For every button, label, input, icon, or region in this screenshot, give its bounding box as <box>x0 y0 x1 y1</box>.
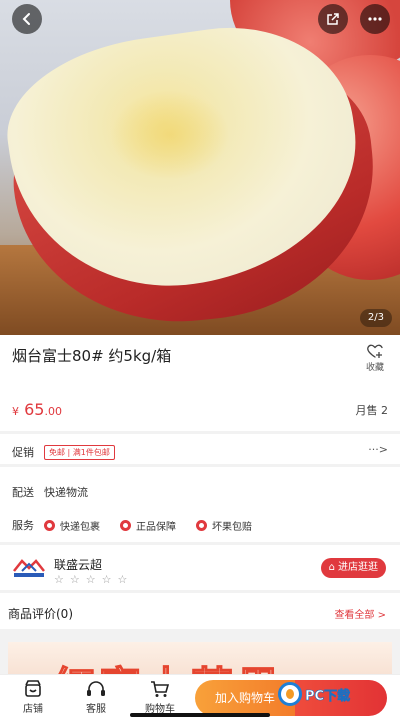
share-icon <box>327 13 339 25</box>
check-circle-icon <box>196 519 207 531</box>
shipping-value: 快递物流 <box>44 486 88 499</box>
promo-more-icon[interactable]: ···> <box>368 443 388 456</box>
store-tab[interactable]: 店铺 <box>13 680 53 715</box>
cart-icon <box>151 681 170 697</box>
shop-icon <box>25 680 41 697</box>
customer-service-tab[interactable]: 客服 <box>76 680 116 715</box>
headset-icon <box>87 681 105 696</box>
enter-store-button[interactable]: ⌂ 进店逛逛 <box>320 558 386 578</box>
product-price: ¥ 65.00 <box>12 400 62 419</box>
image-pager: 2/3 <box>359 309 392 327</box>
watermark: PC下载 <box>278 682 350 706</box>
service-item: 快递包裹 <box>44 518 100 533</box>
heart-plus-icon <box>367 344 383 358</box>
cart-tab[interactable]: 购物车 <box>140 680 180 715</box>
store-name[interactable]: 联盛云超 <box>54 556 102 573</box>
product-title: 烟台富士80# 约5kg/箱 <box>12 347 172 365</box>
more-button[interactable] <box>360 4 390 34</box>
back-button[interactable] <box>12 4 42 34</box>
product-detail-page: 2/3 烟台富士80# 约5kg/箱 收藏 ¥ 65.00 月售 2 促销 免邮… <box>0 0 400 720</box>
free-shipping-badge: 免邮 | 满1件包邮 <box>44 444 115 460</box>
chevron-left-icon <box>22 13 30 25</box>
shipping-row: 配送 快递物流 <box>12 484 88 500</box>
service-item: 坏果包赔 <box>196 518 252 533</box>
product-image-carousel[interactable]: 2/3 <box>0 0 400 335</box>
store-logo <box>13 559 45 577</box>
watermark-logo-icon <box>278 682 302 706</box>
reviews-title: 商品评价(0) <box>8 607 73 621</box>
more-dots-icon <box>368 17 382 21</box>
shipping-label: 配送 <box>12 486 34 499</box>
monthly-sales: 月售 2 <box>355 404 389 417</box>
store-icon: ⌂ <box>328 562 335 573</box>
home-indicator <box>130 713 270 717</box>
favorite-label: 收藏 <box>365 363 384 373</box>
service-row: 服务 快递包裹 正品保障 坏果包赔 <box>12 517 252 533</box>
store-rating: ☆☆☆☆☆ <box>54 573 134 586</box>
service-item: 正品保障 <box>120 518 176 533</box>
check-circle-icon <box>120 519 131 531</box>
check-circle-icon <box>44 519 55 531</box>
favorite-button[interactable]: 收藏 <box>362 343 388 373</box>
view-all-reviews-link[interactable]: 查看全部 > <box>334 606 386 621</box>
promo-label: 促销 <box>12 446 34 459</box>
share-button[interactable] <box>318 4 348 34</box>
service-label: 服务 <box>12 519 34 532</box>
